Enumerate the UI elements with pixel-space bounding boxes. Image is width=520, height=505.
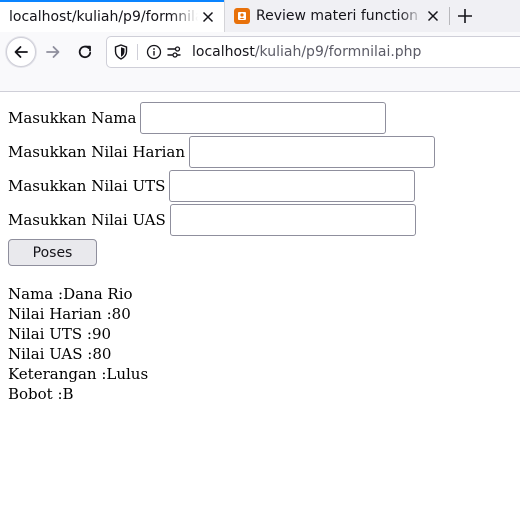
- plus-icon[interactable]: [453, 4, 477, 28]
- info-icon[interactable]: [146, 44, 162, 60]
- tab-bar: localhost/kuliah/p9/formnilai.php Review…: [0, 0, 520, 32]
- permissions-icon[interactable]: [166, 44, 182, 60]
- result-label: Nilai UTS :: [8, 325, 92, 343]
- result-value: 80: [111, 305, 131, 323]
- result-nilai-uas: Nilai UAS :80: [8, 344, 512, 364]
- nilai-uts-label: Masukkan Nilai UTS: [8, 177, 166, 195]
- tab-review-materi[interactable]: Review materi function dan: [225, 0, 449, 32]
- form-row-nilai-harian: Masukkan Nilai Harian: [8, 135, 512, 169]
- shield-icon[interactable]: [113, 44, 129, 60]
- tab-title: Review materi function dan: [256, 8, 423, 24]
- result-bobot: Bobot :B: [8, 384, 512, 404]
- url-host: localhost: [192, 44, 255, 60]
- result-label: Nilai UAS :: [8, 345, 93, 363]
- result-value: Dana Rio: [63, 285, 133, 303]
- page-content: Masukkan Nama Masukkan Nilai Harian Masu…: [8, 92, 512, 404]
- nilai-uas-input[interactable]: [169, 204, 416, 236]
- tab-formnilai[interactable]: localhost/kuliah/p9/formnilai.php: [0, 0, 224, 32]
- back-arrow-icon[interactable]: [6, 37, 36, 67]
- reload-icon[interactable]: [70, 37, 100, 67]
- poses-button[interactable]: Poses: [8, 239, 97, 266]
- result-value: 80: [92, 345, 112, 363]
- result-nilai-uts: Nilai UTS :90: [8, 324, 512, 344]
- url-path: /kuliah/p9/formnilai.php: [254, 44, 422, 60]
- nilai-harian-label: Masukkan Nilai Harian: [8, 143, 186, 161]
- result-label: Nilai Harian :: [8, 305, 112, 323]
- form-row-nilai-uas: Masukkan Nilai UAS: [8, 203, 512, 237]
- navigation-toolbar: localhost/kuliah/p9/formnilai.php: [0, 32, 520, 72]
- form-row-nilai-uts: Masukkan Nilai UTS: [8, 169, 512, 203]
- result-value: Lulus: [106, 365, 149, 383]
- tab-separator: [449, 7, 450, 25]
- result-nama: Nama :Dana Rio: [8, 284, 512, 304]
- slides-favicon-icon: [234, 8, 250, 24]
- nilai-harian-input[interactable]: [189, 136, 436, 168]
- forward-arrow-icon[interactable]: [38, 37, 68, 67]
- result-keterangan: Keterangan :Lulus: [8, 364, 512, 384]
- result-label: Nama :: [8, 285, 64, 303]
- address-bar-divider: [137, 44, 138, 60]
- result-value: 90: [91, 325, 112, 343]
- nama-label: Masukkan Nama: [8, 109, 137, 127]
- close-icon[interactable]: [423, 6, 443, 26]
- grade-form: Masukkan Nama Masukkan Nilai Harian Masu…: [8, 101, 512, 266]
- result-value: B: [62, 385, 74, 403]
- result-label: Bobot :: [8, 385, 63, 403]
- address-bar[interactable]: localhost/kuliah/p9/formnilai.php: [106, 36, 520, 68]
- result-label: Keterangan :: [8, 365, 107, 383]
- nilai-uas-label: Masukkan Nilai UAS: [8, 211, 166, 229]
- result-nilai-harian: Nilai Harian :80: [8, 304, 512, 324]
- close-icon[interactable]: [198, 7, 218, 27]
- url-text[interactable]: localhost/kuliah/p9/formnilai.php: [192, 44, 421, 60]
- nama-input[interactable]: [140, 102, 387, 134]
- form-row-nama: Masukkan Nama: [8, 101, 512, 135]
- result-output: Nama :Dana Rio Nilai Harian :80 Nilai UT…: [8, 284, 512, 404]
- tab-title: localhost/kuliah/p9/formnilai.php: [9, 9, 198, 25]
- toolbar-spacer: [0, 72, 520, 92]
- nilai-uts-input[interactable]: [169, 170, 416, 202]
